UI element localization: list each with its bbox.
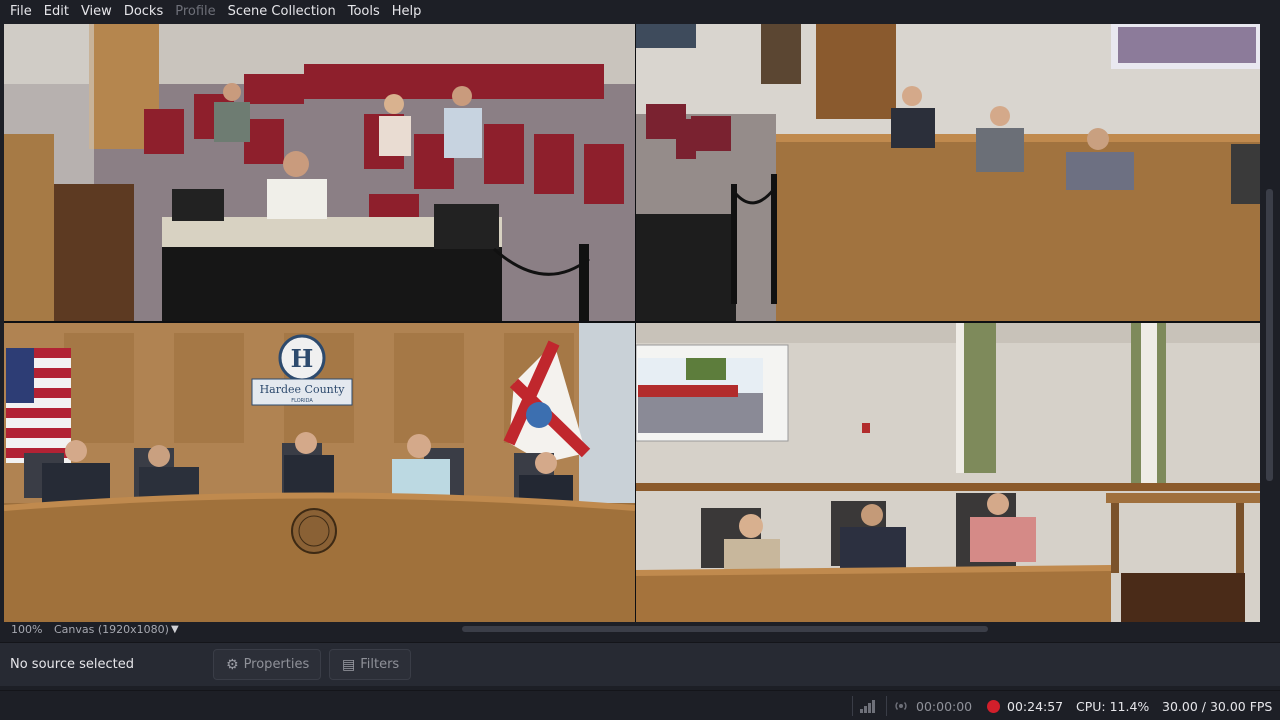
menu-profile: Profile — [175, 4, 216, 19]
menu-tools[interactable]: Tools — [342, 0, 386, 24]
recording-timer: 00:24:57 — [1007, 699, 1064, 714]
status-separator — [852, 696, 853, 716]
american-flag — [6, 348, 71, 463]
filters-label: Filters — [360, 657, 400, 672]
menu-file[interactable]: File — [4, 0, 38, 24]
menu-edit[interactable]: Edit — [38, 0, 75, 24]
chevron-down-icon[interactable]: ▼ — [171, 624, 179, 635]
canvas-size-label: Canvas (1920x1080) — [54, 623, 169, 636]
menu-bar: File Edit View Docks Profile Scene Colle… — [0, 0, 1280, 24]
menu-scene-collection[interactable]: Scene Collection — [222, 0, 342, 24]
camera-feed-staff — [636, 24, 1260, 321]
cpu-usage: CPU: 11.4% — [1076, 699, 1150, 714]
presentation-screen — [636, 344, 789, 442]
vertical-scrollbar-thumb[interactable] — [1266, 189, 1273, 481]
network-signal-icon — [860, 699, 876, 716]
preview-area[interactable]: H Hardee County FLORIDA — [0, 24, 1280, 622]
menu-docks[interactable]: Docks — [118, 0, 169, 24]
selected-source-label: No source selected — [10, 657, 134, 672]
menu-view[interactable]: View — [75, 0, 118, 24]
preview-canvas[interactable]: H Hardee County FLORIDA — [4, 24, 1260, 622]
filter-icon: ▤ — [342, 656, 356, 673]
svg-text:H: H — [291, 344, 314, 373]
stream-timer: 00:00:00 — [916, 699, 973, 714]
preview-horizontal-scrollbar[interactable] — [462, 626, 988, 632]
camera-feed-audience — [4, 24, 635, 321]
source-context-bar: No source selected ⚙ Properties ▤ Filter… — [0, 642, 1280, 686]
properties-button[interactable]: ⚙ Properties — [213, 649, 321, 680]
camera-feed-commission: H Hardee County FLORIDA — [4, 323, 635, 622]
fps-counter: 30.00 / 30.00 FPS — [1162, 699, 1273, 714]
status-bar: 00:00:00 00:24:57 CPU: 11.4% 30.00 / 30.… — [0, 690, 1280, 720]
svg-text:Hardee County: Hardee County — [260, 383, 346, 396]
preview-info-bar: 100% Canvas (1920x1080) ▼ — [0, 622, 1280, 638]
svg-text:FLORIDA: FLORIDA — [291, 398, 313, 404]
streaming-icon — [894, 699, 908, 713]
preview-vertical-scrollbar[interactable] — [1260, 24, 1280, 622]
status-separator — [886, 696, 887, 716]
properties-label: Properties — [243, 657, 310, 672]
filters-button[interactable]: ▤ Filters — [329, 649, 411, 680]
gear-icon: ⚙ — [226, 656, 239, 673]
zoom-level: 100% — [11, 623, 43, 636]
camera-feed-side-dais — [636, 323, 1260, 622]
menu-help[interactable]: Help — [386, 0, 428, 24]
recording-indicator-icon — [987, 700, 1000, 713]
